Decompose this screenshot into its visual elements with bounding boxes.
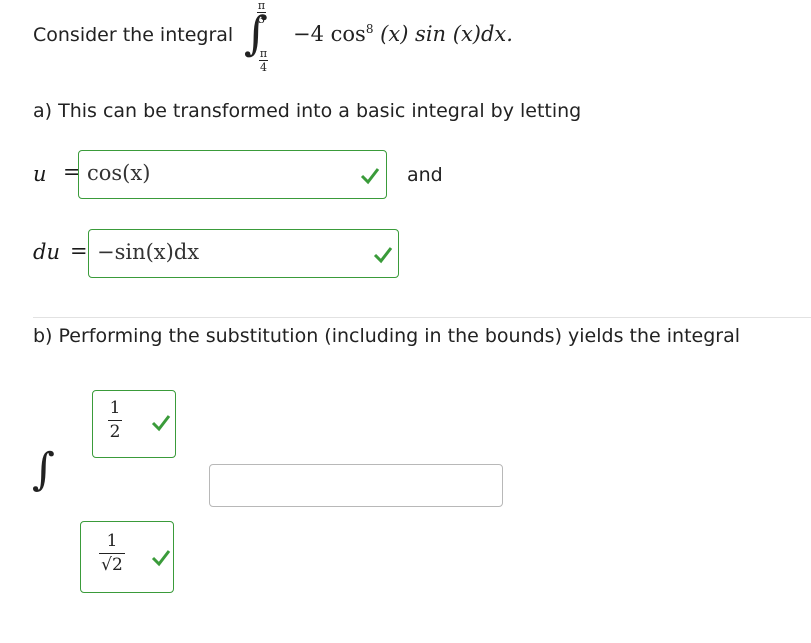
du-answer-field[interactable]: −sin(x)dx [88,229,399,278]
part-a-label: a) This can be transformed into a basic … [33,100,582,122]
integral-sign-b: ∫ [32,444,55,495]
section-divider [33,317,811,318]
upper-bound-num: 1 [109,398,121,418]
check-icon [151,415,171,432]
lower-limit-num: π [259,47,268,60]
u-answer-value: cos(x) [87,161,151,185]
u-variable: u [33,162,47,186]
upper-limit-den: 3 [258,13,265,26]
upper-bound-den: 2 [109,421,121,442]
check-icon [373,247,393,264]
integrand-coef: −4 cos [293,22,366,46]
check-icon [151,550,171,567]
part-b-label: b) Performing the substitution (includin… [33,325,740,347]
check-icon [360,168,380,185]
upper-limit-num: π [257,0,266,12]
u-answer-field[interactable]: cos(x) [78,150,387,199]
lower-bound-num: 1 [106,531,118,551]
du-equals: = [70,239,88,263]
upper-limit: π 3 [257,0,266,25]
upper-bound-fraction: 1 2 [108,399,122,441]
lower-limit: π 4 [259,48,268,73]
integrand: −4 cos8 (x) sin (x)dx. [293,22,513,46]
du-answer-value: −sin(x)dx [97,240,200,264]
du-variable: du [33,240,60,264]
lower-bound-fraction: 1 √2 [99,532,125,574]
upper-bound-field[interactable]: 1 2 [92,390,176,458]
question-prefix: Consider the integral [33,24,234,46]
integrand-answer-field[interactable] [209,464,503,507]
lower-bound-field[interactable]: 1 √2 [80,521,174,593]
and-connector: and [407,164,443,186]
lower-limit-den: 4 [260,61,267,74]
integrand-power: 8 [365,22,374,36]
integrand-rest: (x) sin (x)dx. [380,22,513,46]
lower-bound-den: √2 [101,554,123,575]
